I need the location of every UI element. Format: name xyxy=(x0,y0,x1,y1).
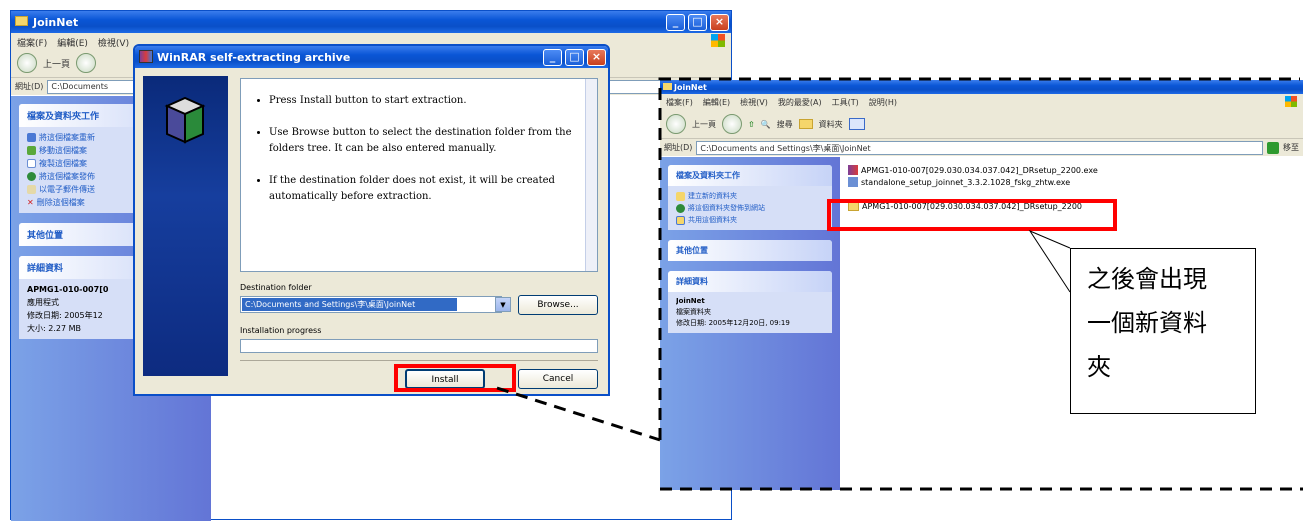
callout-line-1: 之後會出現 xyxy=(1087,265,1207,293)
callout-line-2: 一個新資料 xyxy=(1087,309,1207,337)
callout-line-3: 夾 xyxy=(1087,353,1111,381)
callout-box: 之後會出現 一個新資料 夾 xyxy=(1070,248,1256,414)
